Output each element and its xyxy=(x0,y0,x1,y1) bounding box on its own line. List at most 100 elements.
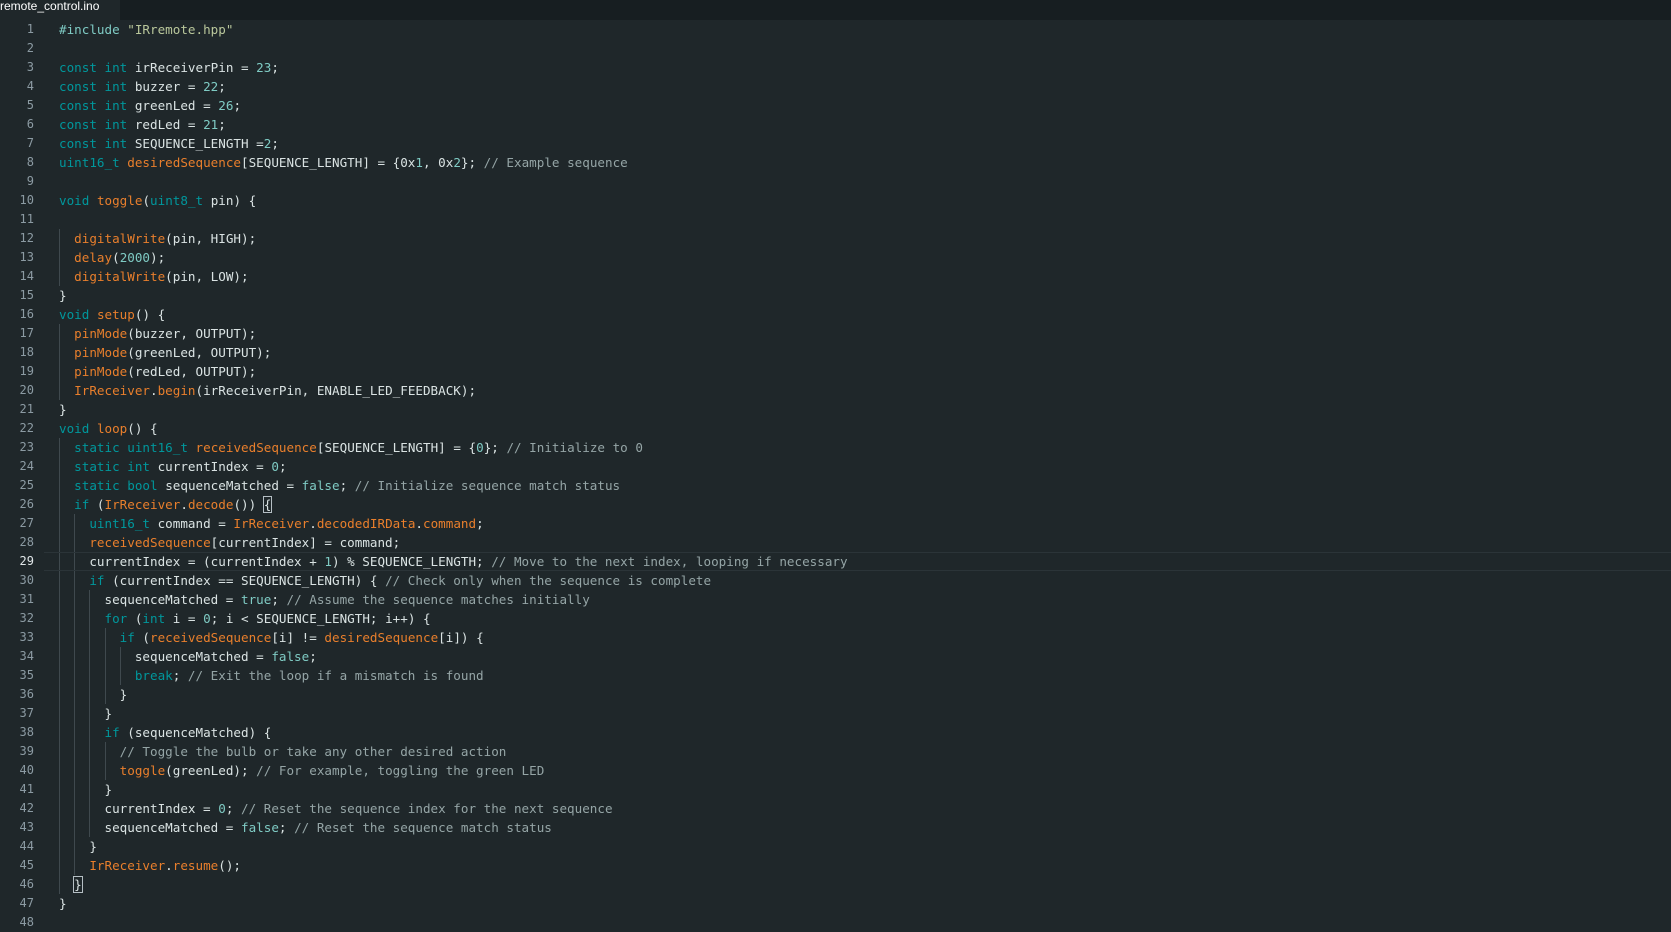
tab-remote-control[interactable]: remote_control.ino xyxy=(0,0,120,20)
code-token: receivedSequence xyxy=(89,535,211,550)
code-token: ( xyxy=(142,193,151,208)
code-line[interactable]: } xyxy=(59,894,67,913)
code-line[interactable]: if (IrReceiver.decode()) { xyxy=(59,495,273,514)
code-line[interactable]: } xyxy=(59,875,83,894)
code-line[interactable]: const int buzzer = 22; xyxy=(59,77,226,96)
code-line[interactable]: sequenceMatched = true; // Assume the se… xyxy=(59,590,589,609)
code-token: digitalWrite xyxy=(74,269,166,284)
code-line[interactable]: uint16_t desiredSequence[SEQUENCE_LENGTH… xyxy=(59,153,628,172)
line-number: 39 xyxy=(19,744,34,758)
code-line[interactable]: } xyxy=(59,704,112,723)
line-number: 37 xyxy=(19,706,34,720)
code-line[interactable]: uint16_t command = IrReceiver.decodedIRD… xyxy=(59,514,483,533)
code-token: ; xyxy=(225,801,241,816)
code-token: [i] != xyxy=(271,630,325,645)
code-token: (); xyxy=(218,858,242,873)
code-line[interactable]: if (receivedSequence[i] != desiredSequen… xyxy=(59,628,484,647)
code-token: toggle xyxy=(96,193,143,208)
line-number: 30 xyxy=(19,573,34,587)
code-token: IrReceiver xyxy=(74,383,150,398)
code-line[interactable]: if (sequenceMatched) { xyxy=(59,723,272,742)
code-line[interactable]: const int SEQUENCE_LENGTH =2; xyxy=(59,134,279,153)
code-line[interactable]: IrReceiver.begin(irReceiverPin, ENABLE_L… xyxy=(59,381,476,400)
code-line[interactable]: toggle(greenLed); // For example, toggli… xyxy=(59,761,545,780)
code-line[interactable]: IrReceiver.resume(); xyxy=(59,856,241,875)
line-number: 36 xyxy=(19,687,34,701)
code-token: } xyxy=(59,839,97,854)
code-line[interactable]: static bool sequenceMatched = false; // … xyxy=(59,476,620,495)
code-line[interactable]: void loop() { xyxy=(59,419,158,438)
code-line[interactable]: sequenceMatched = false; // Reset the se… xyxy=(59,818,551,837)
code-editor[interactable]: 1 2 3 4 5 6 7 8 9 10 11 12 13 14 15 16 17 18 19 20 21 22 23 24 2… xyxy=(0,20,1671,929)
code-line[interactable]: delay(2000); xyxy=(59,248,165,267)
code-token: ; xyxy=(271,592,287,607)
code-line[interactable]: const int redLed = 21; xyxy=(59,115,226,134)
code-token: bool xyxy=(127,478,158,493)
code-line[interactable]: // Toggle the bulb or take any other des… xyxy=(59,742,507,761)
line-number: 25 xyxy=(19,478,34,492)
code-line[interactable]: const int greenLed = 26; xyxy=(59,96,241,115)
code-line[interactable]: } xyxy=(59,400,67,419)
code-line[interactable]: } xyxy=(59,685,128,704)
line-number: 45 xyxy=(19,858,34,872)
code-line[interactable]: void setup() { xyxy=(59,305,165,324)
code-token: [SEQUENCE_LENGTH] = { xyxy=(316,440,477,455)
code-line[interactable]: pinMode(greenLed, OUTPUT); xyxy=(59,343,271,362)
code-line[interactable]: receivedSequence[currentIndex] = command… xyxy=(59,533,400,552)
code-token: uint16_t xyxy=(89,516,151,531)
code-token: . xyxy=(309,516,317,531)
code-line[interactable]: static uint16_t receivedSequence[SEQUENC… xyxy=(59,438,643,457)
code-line[interactable]: const int irReceiverPin = 23; xyxy=(59,58,279,77)
code-token: for xyxy=(104,611,128,626)
line-number: 46 xyxy=(19,877,34,891)
line-number: 2 xyxy=(26,41,34,55)
code-token: ; xyxy=(233,98,242,113)
code-line[interactable]: digitalWrite(pin, HIGH); xyxy=(59,229,256,248)
code-token: uint8_t xyxy=(150,193,204,208)
line-number: 10 xyxy=(19,193,34,207)
code-token: pinMode xyxy=(74,326,128,341)
code-line[interactable]: currentIndex = (currentIndex + 1) % SEQU… xyxy=(59,552,847,571)
code-token: 0 xyxy=(218,801,226,816)
code-line[interactable]: } xyxy=(59,286,67,305)
code-line[interactable]: sequenceMatched = false; xyxy=(59,647,317,666)
code-token: receivedSequence xyxy=(150,630,272,645)
code-line[interactable]: } xyxy=(59,780,112,799)
code-line[interactable]: if (currentIndex == SEQUENCE_LENGTH) { /… xyxy=(59,571,711,590)
code-line[interactable]: } xyxy=(59,837,97,856)
line-number: 29 xyxy=(19,554,34,568)
code-token: // Example sequence xyxy=(483,155,628,170)
code-token: // Initialize to 0 xyxy=(506,440,643,455)
code-token: irReceiverPin = xyxy=(127,60,257,75)
code-token: (redLed, OUTPUT); xyxy=(127,364,257,379)
code-line[interactable]: pinMode(buzzer, OUTPUT); xyxy=(59,324,256,343)
line-number: 32 xyxy=(19,611,34,625)
matched-brace: { xyxy=(262,496,273,513)
code-line[interactable]: digitalWrite(pin, LOW); xyxy=(59,267,249,286)
code-token: command = xyxy=(150,516,234,531)
code-token: redLed = xyxy=(127,117,204,132)
code-line[interactable]: #include "IRremote.hpp" xyxy=(59,20,233,39)
code-line[interactable]: break; // Exit the loop if a mismatch is… xyxy=(59,666,484,685)
code-token: static xyxy=(74,440,120,455)
code-token: false xyxy=(301,478,340,493)
code-line[interactable]: pinMode(redLed, OUTPUT); xyxy=(59,362,256,381)
code-token: (pin, LOW); xyxy=(165,269,249,284)
code-line[interactable]: currentIndex = 0; // Reset the sequence … xyxy=(59,799,612,818)
code-line[interactable]: static int currentIndex = 0; xyxy=(59,457,286,476)
line-number: 35 xyxy=(19,668,34,682)
tab-bar: remote_control.ino xyxy=(0,0,1671,20)
code-line[interactable]: void toggle(uint8_t pin) { xyxy=(59,191,256,210)
line-number: 44 xyxy=(19,839,34,853)
code-token: IrReceiver xyxy=(233,516,310,531)
code-token: (irReceiverPin, ENABLE_LED_FEEDBACK); xyxy=(195,383,477,398)
code-line[interactable]: for (int i = 0; i < SEQUENCE_LENGTH; i++… xyxy=(59,609,431,628)
